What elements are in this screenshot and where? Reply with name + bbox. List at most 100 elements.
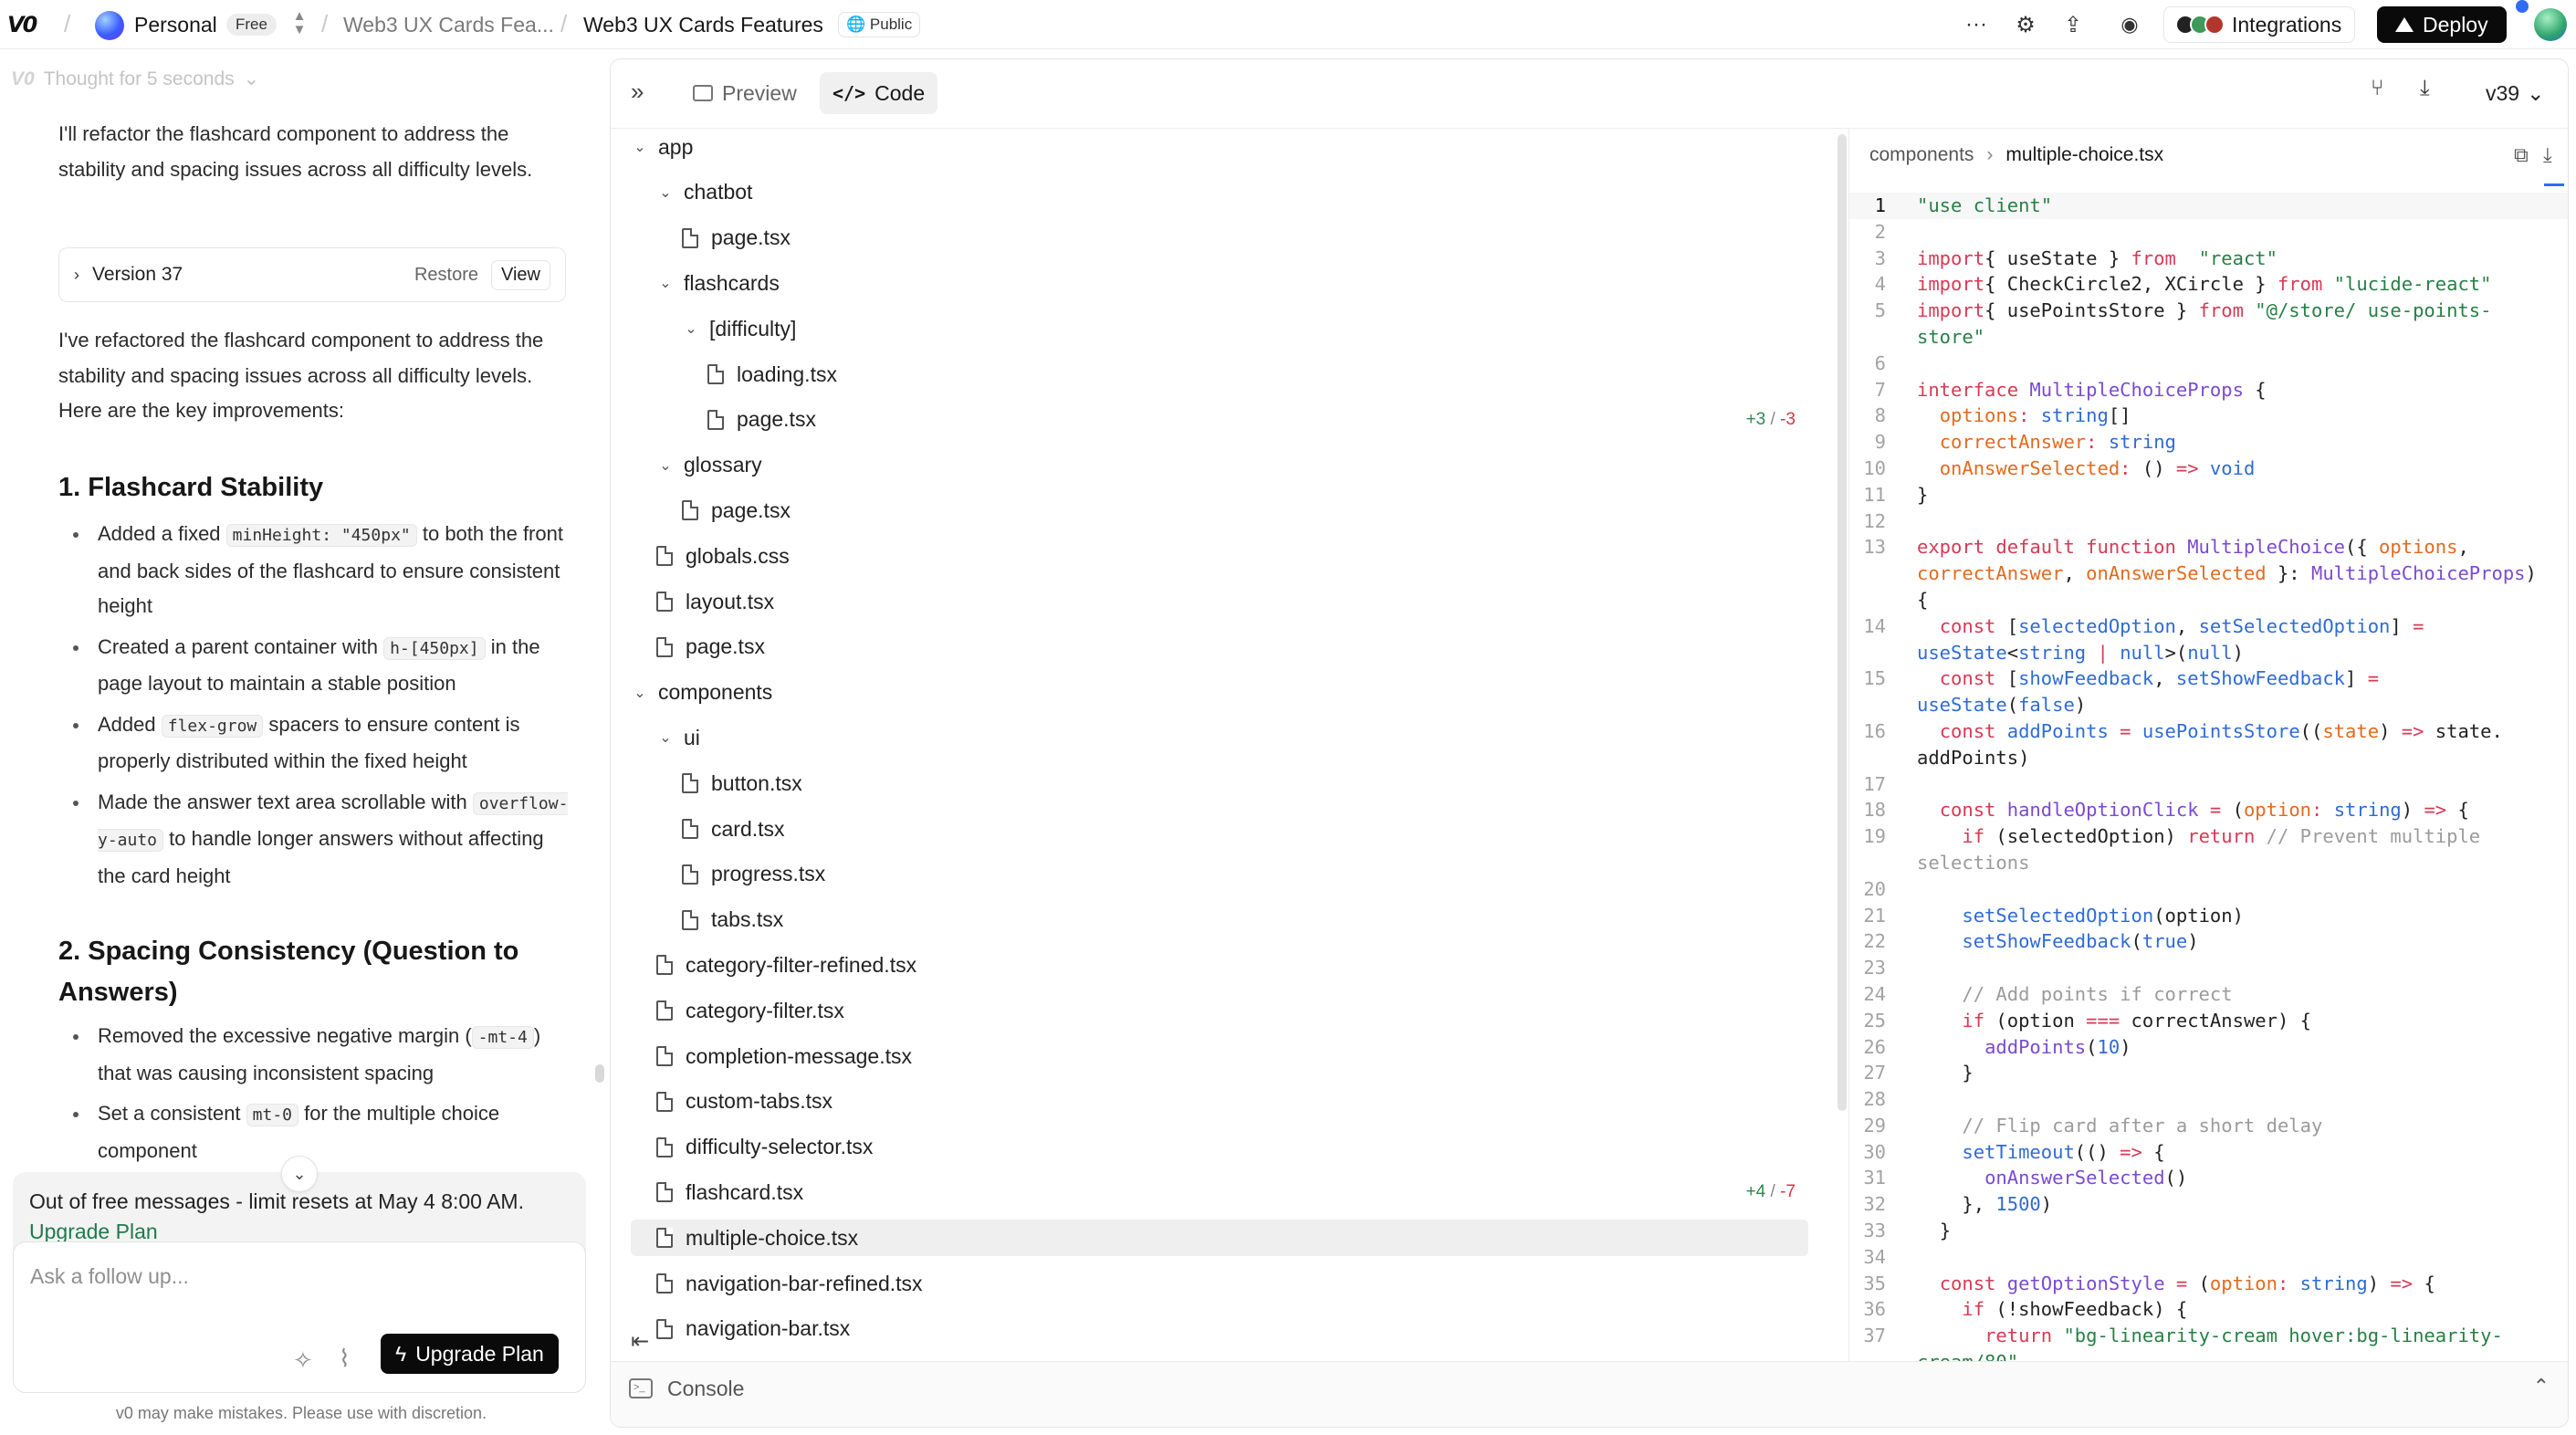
- visibility-badge[interactable]: 🌐 Public: [838, 12, 921, 37]
- view-button[interactable]: View: [491, 259, 550, 290]
- code-line[interactable]: 18 const handleOptionClick = (option: st…: [1849, 797, 2568, 823]
- code-line[interactable]: 24 // Add points if correct: [1849, 981, 2568, 1008]
- code-line[interactable]: 19 if (selectedOption) return // Prevent…: [1849, 823, 2568, 876]
- breadcrumb-project[interactable]: Web3 UX Cards Fea...: [343, 13, 554, 37]
- code-line[interactable]: 26 addPoints(10): [1849, 1034, 2568, 1061]
- tree-file[interactable]: tabs.tsx: [631, 902, 1808, 938]
- chevron-up-down-icon[interactable]: ▲ ▼: [290, 9, 309, 38]
- code-line[interactable]: 25 if (option === correctAnswer) {: [1849, 1008, 2568, 1034]
- tree-file[interactable]: category-filter-refined.tsx: [631, 947, 1808, 983]
- code-line[interactable]: 16 const addPoints = usePointsStore((sta…: [1849, 718, 2568, 771]
- code-line[interactable]: 7 interface MultipleChoiceProps {: [1849, 377, 2568, 403]
- expand-panel-icon[interactable]: »: [631, 78, 644, 106]
- chevron-down-icon[interactable]: ⌄: [631, 138, 649, 156]
- code-line[interactable]: 14 const [selectedOption, setSelectedOpt…: [1849, 613, 2568, 666]
- tree-folder[interactable]: ⌄ [difficulty]: [631, 310, 1808, 347]
- tree-file[interactable]: category-filter.tsx: [631, 992, 1808, 1029]
- workspace-name[interactable]: Personal: [134, 13, 217, 37]
- tree-folder[interactable]: ⌄ app: [631, 129, 1808, 165]
- more-icon[interactable]: ···: [1961, 9, 1992, 40]
- code-line[interactable]: 13 export default function MultipleChoice…: [1849, 534, 2568, 613]
- code-line[interactable]: 3 import{ useState } from "react": [1849, 246, 2568, 272]
- code-lines[interactable]: 1 "use client" 2 3 import{ useState } from "…: [1849, 193, 2568, 1376]
- tree-file[interactable]: globals.css: [631, 538, 1808, 574]
- collapse-sidebar-icon[interactable]: ⇤: [631, 1328, 649, 1355]
- code-line[interactable]: 36 if (!showFeedback) {: [1849, 1296, 2568, 1323]
- tree-file[interactable]: completion-message.tsx: [631, 1038, 1808, 1074]
- code-line[interactable]: 32 }, 1500): [1849, 1191, 2568, 1218]
- version-select[interactable]: v39 ⌄: [2475, 74, 2555, 112]
- code-line[interactable]: 34: [1849, 1244, 2568, 1271]
- tree-file[interactable]: card.tsx: [631, 811, 1808, 847]
- upgrade-plan-link[interactable]: Upgrade Plan: [29, 1220, 158, 1243]
- tree-file[interactable]: custom-tabs.tsx: [631, 1084, 1808, 1120]
- chevron-down-icon[interactable]: ⌄: [656, 728, 675, 747]
- code-line[interactable]: 17: [1849, 771, 2568, 798]
- version-card[interactable]: › Version 37 Restore View: [58, 247, 566, 302]
- v0-logo[interactable]: V0: [7, 12, 49, 37]
- code-line[interactable]: 22 setShowFeedback(true): [1849, 928, 2568, 955]
- code-line[interactable]: 4 import{ CheckCircle2, XCircle } from "l…: [1849, 271, 2568, 298]
- chevron-down-icon[interactable]: ⌄: [682, 319, 700, 338]
- code-line[interactable]: 29 // Flip card after a short delay: [1849, 1113, 2568, 1139]
- code-line[interactable]: 10 onAnswerSelected: () => void: [1849, 456, 2568, 482]
- tree-file[interactable]: button.tsx: [631, 765, 1808, 801]
- code-line[interactable]: 20: [1849, 876, 2568, 903]
- tree-file[interactable]: loading.tsx: [631, 356, 1808, 393]
- code-line[interactable]: 15 const [showFeedback, setShowFeedback]…: [1849, 665, 2568, 718]
- sparkle-icon[interactable]: ✧: [293, 1346, 313, 1375]
- code-line[interactable]: 5 import{ usePointsStore } from "@/store/…: [1849, 298, 2568, 351]
- tree-file[interactable]: page.tsx: [631, 492, 1808, 529]
- download-icon[interactable]: ⤓: [2543, 143, 2552, 167]
- tree-folder[interactable]: ⌄ chatbot: [631, 174, 1808, 211]
- copy-icon[interactable]: ⧉: [2514, 143, 2529, 167]
- code-line[interactable]: 1 "use client": [1849, 193, 2568, 219]
- chevron-right-icon[interactable]: ›: [74, 266, 79, 285]
- git-branch-icon[interactable]: ⑂: [2371, 76, 2383, 101]
- upgrade-plan-button[interactable]: ϟ Upgrade Plan: [381, 1334, 559, 1374]
- tree-file[interactable]: page.tsx +3 / -3: [631, 402, 1808, 438]
- code-line[interactable]: 8 options: string[]: [1849, 403, 2568, 429]
- chevron-down-icon[interactable]: ⌄: [631, 684, 649, 702]
- console-bar[interactable]: >_ Console ⌃: [611, 1361, 2568, 1427]
- chat-scrollbar[interactable]: [595, 1064, 604, 1083]
- tab-code[interactable]: </> Code: [820, 72, 938, 114]
- chevron-up-icon[interactable]: ⌃: [2533, 1375, 2550, 1398]
- code-line[interactable]: 23: [1849, 955, 2568, 981]
- integrations-button[interactable]: Integrations: [2163, 6, 2356, 43]
- workspace-avatar[interactable]: [95, 11, 124, 40]
- code-line[interactable]: 11}: [1849, 482, 2568, 508]
- user-avatar[interactable]: [2534, 8, 2567, 41]
- tree-file[interactable]: progress.tsx: [631, 856, 1808, 893]
- tab-preview[interactable]: Preview: [680, 72, 810, 114]
- code-line[interactable]: 9 correctAnswer: string: [1849, 429, 2568, 456]
- tree-folder[interactable]: ⌄ ui: [631, 719, 1808, 756]
- code-line[interactable]: 35 const getOptionStyle = (option: strin…: [1849, 1271, 2568, 1297]
- tree-folder[interactable]: ⌄ glossary: [631, 447, 1808, 484]
- deploy-button[interactable]: Deploy: [2377, 6, 2507, 43]
- chevron-down-icon[interactable]: ⌄: [656, 456, 675, 475]
- tree-folder[interactable]: ⌄ components: [631, 675, 1808, 711]
- tree-file[interactable]: multiple-choice.tsx: [631, 1220, 1808, 1257]
- code-line[interactable]: 30 setTimeout(() => {: [1849, 1139, 2568, 1166]
- code-line[interactable]: 21 setSelectedOption(option): [1849, 903, 2568, 929]
- tree-folder[interactable]: ⌄ flashcards: [631, 265, 1808, 301]
- tree-file[interactable]: navigation-bar-refined.tsx: [631, 1265, 1808, 1302]
- thought-indicator[interactable]: V0 Thought for 5 seconds ⌄: [11, 68, 259, 90]
- chevron-down-icon[interactable]: ⌄: [656, 183, 675, 202]
- code-line[interactable]: 6: [1849, 351, 2568, 377]
- download-icon[interactable]: ⤓: [2420, 76, 2430, 101]
- tree-file[interactable]: navigation-bar.tsx: [631, 1311, 1808, 1347]
- code-line[interactable]: 28: [1849, 1086, 2568, 1113]
- share-icon[interactable]: ⇪: [2058, 9, 2089, 40]
- github-icon[interactable]: ◉: [2114, 9, 2145, 40]
- code-line[interactable]: 12: [1849, 508, 2568, 535]
- follow-up-input[interactable]: Ask a follow up... ✧ ⌇ ϟ Upgrade Plan: [13, 1241, 586, 1393]
- breadcrumb-chat-title[interactable]: Web3 UX Cards Features: [583, 13, 823, 37]
- code-line[interactable]: 31 onAnswerSelected(): [1849, 1165, 2568, 1191]
- chevron-down-icon[interactable]: ⌄: [656, 274, 675, 292]
- restore-button[interactable]: Restore: [414, 265, 478, 286]
- code-line[interactable]: 2: [1849, 219, 2568, 246]
- file-tree-scrollbar[interactable]: [1838, 134, 1847, 1111]
- scroll-down-button[interactable]: ⌄: [281, 1156, 318, 1192]
